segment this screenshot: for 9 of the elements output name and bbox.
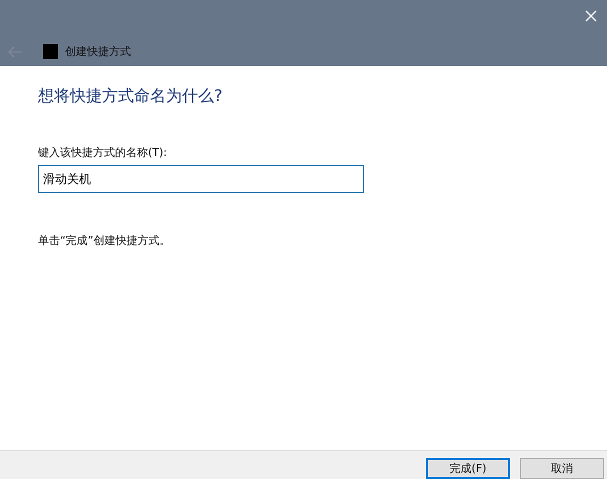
window-title: 创建快捷方式 [65, 44, 131, 59]
app-icon [43, 44, 58, 59]
field-label: 键入该快捷方式的名称(T): [38, 145, 168, 160]
dialog-button[interactable]: 完成(F) [426, 458, 510, 479]
page-heading: 想将快捷方式命名为什么? [38, 86, 222, 107]
dialog-button[interactable]: 取消 [520, 458, 604, 479]
close-icon[interactable] [585, 10, 597, 22]
instruction-text: 单击“完成”创建快捷方式。 [38, 233, 170, 248]
name-input-field[interactable]: 滑动关机 [38, 165, 364, 193]
